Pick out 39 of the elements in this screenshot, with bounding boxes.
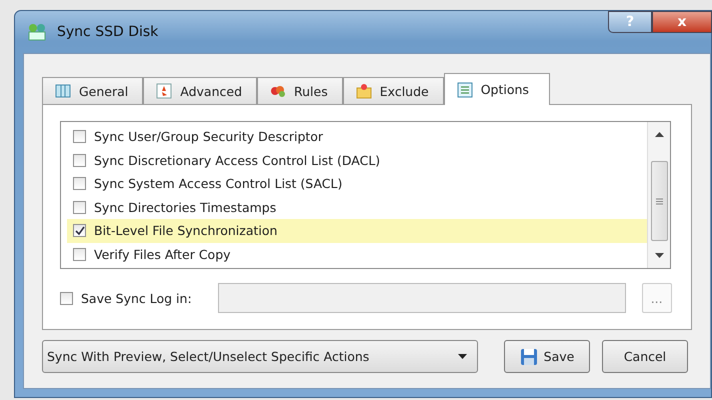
- option-label: Verify Files After Copy: [94, 246, 231, 262]
- scroll-up-icon[interactable]: [654, 132, 664, 137]
- option-row[interactable]: Sync User/Group Security Descriptor: [67, 125, 647, 148]
- option-row[interactable]: Sync Directories Timestamps: [67, 196, 647, 219]
- option-label: Bit-Level File Synchronization: [94, 223, 278, 238]
- caret-icon: [458, 354, 467, 359]
- option-row[interactable]: Sync System Access Control List (SACL): [67, 172, 647, 196]
- list-icon: [456, 82, 473, 98]
- scroll-down-icon[interactable]: [654, 253, 664, 258]
- window-title: Sync SSD Disk: [57, 24, 160, 40]
- checkbox[interactable]: [73, 224, 86, 238]
- columns-icon: [55, 83, 71, 99]
- scrollbar[interactable]: [647, 122, 670, 268]
- spark-icon: [156, 83, 172, 99]
- log-label: Save Sync Log in:: [81, 290, 192, 306]
- sync-app-icon: [27, 23, 47, 41]
- cancel-button[interactable]: Cancel: [602, 340, 688, 373]
- tab[interactable]: Exclude: [342, 77, 444, 104]
- save-button[interactable]: Save: [504, 340, 590, 373]
- option-label: Sync Discretionary Access Control List (DACL): [94, 152, 380, 168]
- tab[interactable]: Options: [444, 73, 550, 105]
- option-row[interactable]: Sync Discretionary Access Control List (DACL): [67, 148, 647, 172]
- option-row[interactable]: Bit-Level File Synchronization: [67, 219, 647, 242]
- tab[interactable]: Advanced: [143, 77, 258, 104]
- checkbox[interactable]: [73, 177, 86, 190]
- checkbox[interactable]: [73, 200, 86, 214]
- checkbox[interactable]: [73, 154, 86, 167]
- circles-icon: [270, 83, 286, 99]
- scroll-thumb[interactable]: [650, 161, 668, 241]
- option-label: Sync System Access Control List (SACL): [94, 176, 342, 192]
- option-label: Sync Directories Timestamps: [94, 200, 276, 215]
- checkbox[interactable]: [73, 248, 86, 261]
- checkbox[interactable]: [73, 130, 86, 144]
- tab[interactable]: Rules: [257, 77, 343, 104]
- tab[interactable]: General: [42, 77, 144, 104]
- option-row[interactable]: Verify Files After Copy: [67, 242, 647, 266]
- folder-icon: [356, 83, 372, 99]
- mode-dropdown[interactable]: Sync With Preview, Select/Unselect Specific Actions: [42, 340, 478, 373]
- option-label: Sync User/Group Security Descriptor: [94, 129, 324, 144]
